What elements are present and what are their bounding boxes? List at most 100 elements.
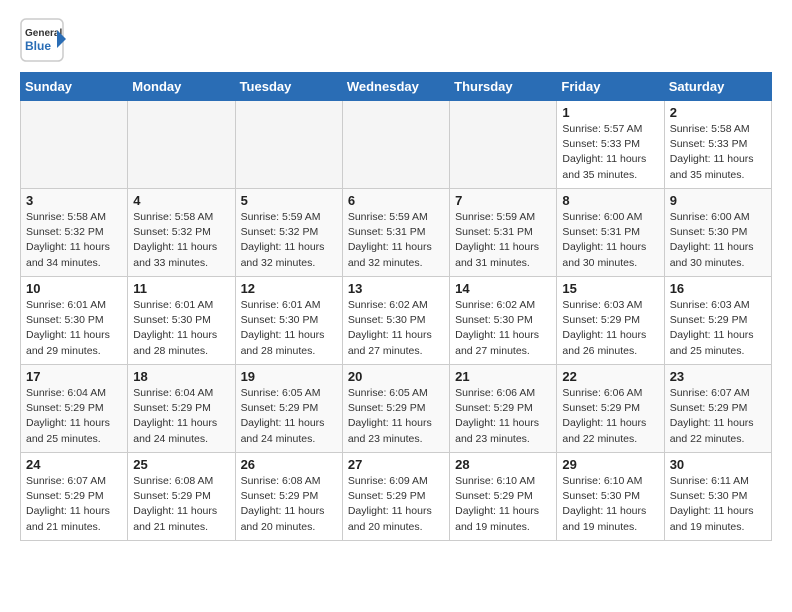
day-number: 22 xyxy=(562,369,658,384)
day-number: 12 xyxy=(241,281,337,296)
week-row-3: 10 Sunrise: 6:01 AM Sunset: 5:30 PM Dayli… xyxy=(21,277,772,365)
day-number: 2 xyxy=(670,105,766,120)
calendar-cell: 19 Sunrise: 6:05 AM Sunset: 5:29 PM Dayli… xyxy=(235,365,342,453)
day-info: Sunrise: 6:03 AM Sunset: 5:29 PM Dayligh… xyxy=(562,298,658,359)
day-info: Sunrise: 5:59 AM Sunset: 5:31 PM Dayligh… xyxy=(455,210,551,271)
week-row-2: 3 Sunrise: 5:58 AM Sunset: 5:32 PM Daylig… xyxy=(21,189,772,277)
day-number: 4 xyxy=(133,193,229,208)
calendar-cell: 20 Sunrise: 6:05 AM Sunset: 5:29 PM Dayli… xyxy=(342,365,449,453)
calendar-cell xyxy=(21,101,128,189)
day-info: Sunrise: 6:08 AM Sunset: 5:29 PM Dayligh… xyxy=(133,474,229,535)
header: General Blue xyxy=(20,18,772,62)
calendar-cell: 26 Sunrise: 6:08 AM Sunset: 5:29 PM Dayli… xyxy=(235,453,342,541)
calendar-cell: 21 Sunrise: 6:06 AM Sunset: 5:29 PM Dayli… xyxy=(450,365,557,453)
weekday-header-friday: Friday xyxy=(557,73,664,101)
day-info: Sunrise: 6:00 AM Sunset: 5:31 PM Dayligh… xyxy=(562,210,658,271)
day-number: 7 xyxy=(455,193,551,208)
calendar-cell: 15Sunrise: 6:03 AM Sunset: 5:29 PM Dayli… xyxy=(557,277,664,365)
calendar-cell: 17 Sunrise: 6:04 AM Sunset: 5:29 PM Dayli… xyxy=(21,365,128,453)
day-info: Sunrise: 6:06 AM Sunset: 5:29 PM Dayligh… xyxy=(455,386,551,447)
calendar-cell: 18 Sunrise: 6:04 AM Sunset: 5:29 PM Dayli… xyxy=(128,365,235,453)
weekday-header-sunday: Sunday xyxy=(21,73,128,101)
calendar-cell: 9 Sunrise: 6:00 AM Sunset: 5:30 PM Daylig… xyxy=(664,189,771,277)
day-number: 30 xyxy=(670,457,766,472)
day-info: Sunrise: 5:57 AM Sunset: 5:33 PM Dayligh… xyxy=(562,122,658,183)
day-number: 11 xyxy=(133,281,229,296)
calendar-cell: 27Sunrise: 6:09 AM Sunset: 5:29 PM Dayli… xyxy=(342,453,449,541)
week-row-5: 24 Sunrise: 6:07 AM Sunset: 5:29 PM Dayli… xyxy=(21,453,772,541)
day-number: 3 xyxy=(26,193,122,208)
day-info: Sunrise: 6:03 AM Sunset: 5:29 PM Dayligh… xyxy=(670,298,766,359)
day-info: Sunrise: 6:05 AM Sunset: 5:29 PM Dayligh… xyxy=(348,386,444,447)
day-number: 26 xyxy=(241,457,337,472)
day-info: Sunrise: 6:04 AM Sunset: 5:29 PM Dayligh… xyxy=(26,386,122,447)
day-number: 6 xyxy=(348,193,444,208)
calendar-cell xyxy=(235,101,342,189)
day-number: 9 xyxy=(670,193,766,208)
weekday-header-monday: Monday xyxy=(128,73,235,101)
day-info: Sunrise: 6:02 AM Sunset: 5:30 PM Dayligh… xyxy=(348,298,444,359)
week-row-4: 17 Sunrise: 6:04 AM Sunset: 5:29 PM Dayli… xyxy=(21,365,772,453)
day-number: 28 xyxy=(455,457,551,472)
day-info: Sunrise: 6:05 AM Sunset: 5:29 PM Dayligh… xyxy=(241,386,337,447)
day-info: Sunrise: 6:07 AM Sunset: 5:29 PM Dayligh… xyxy=(26,474,122,535)
calendar-cell: 8 Sunrise: 6:00 AM Sunset: 5:31 PM Daylig… xyxy=(557,189,664,277)
day-info: Sunrise: 6:10 AM Sunset: 5:29 PM Dayligh… xyxy=(455,474,551,535)
calendar-cell xyxy=(450,101,557,189)
day-number: 17 xyxy=(26,369,122,384)
weekday-header-thursday: Thursday xyxy=(450,73,557,101)
day-number: 16 xyxy=(670,281,766,296)
day-number: 5 xyxy=(241,193,337,208)
calendar-cell xyxy=(342,101,449,189)
weekday-header-wednesday: Wednesday xyxy=(342,73,449,101)
calendar-cell: 29Sunrise: 6:10 AM Sunset: 5:30 PM Dayli… xyxy=(557,453,664,541)
calendar-cell: 24 Sunrise: 6:07 AM Sunset: 5:29 PM Dayli… xyxy=(21,453,128,541)
calendar-cell: 23Sunrise: 6:07 AM Sunset: 5:29 PM Dayli… xyxy=(664,365,771,453)
calendar-cell: 14Sunrise: 6:02 AM Sunset: 5:30 PM Dayli… xyxy=(450,277,557,365)
day-info: Sunrise: 5:59 AM Sunset: 5:31 PM Dayligh… xyxy=(348,210,444,271)
day-info: Sunrise: 6:00 AM Sunset: 5:30 PM Dayligh… xyxy=(670,210,766,271)
weekday-header-saturday: Saturday xyxy=(664,73,771,101)
day-number: 18 xyxy=(133,369,229,384)
calendar-cell xyxy=(128,101,235,189)
day-info: Sunrise: 5:58 AM Sunset: 5:32 PM Dayligh… xyxy=(133,210,229,271)
calendar-cell: 2 Sunrise: 5:58 AM Sunset: 5:33 PM Daylig… xyxy=(664,101,771,189)
day-info: Sunrise: 6:06 AM Sunset: 5:29 PM Dayligh… xyxy=(562,386,658,447)
calendar-cell: 28 Sunrise: 6:10 AM Sunset: 5:29 PM Dayli… xyxy=(450,453,557,541)
calendar-cell: 3 Sunrise: 5:58 AM Sunset: 5:32 PM Daylig… xyxy=(21,189,128,277)
day-number: 27 xyxy=(348,457,444,472)
calendar-cell: 6 Sunrise: 5:59 AM Sunset: 5:31 PM Daylig… xyxy=(342,189,449,277)
calendar-cell: 7 Sunrise: 5:59 AM Sunset: 5:31 PM Daylig… xyxy=(450,189,557,277)
calendar-cell: 1 Sunrise: 5:57 AM Sunset: 5:33 PM Daylig… xyxy=(557,101,664,189)
day-info: Sunrise: 6:01 AM Sunset: 5:30 PM Dayligh… xyxy=(26,298,122,359)
day-info: Sunrise: 5:59 AM Sunset: 5:32 PM Dayligh… xyxy=(241,210,337,271)
day-number: 10 xyxy=(26,281,122,296)
day-number: 20 xyxy=(348,369,444,384)
calendar-cell: 12Sunrise: 6:01 AM Sunset: 5:30 PM Dayli… xyxy=(235,277,342,365)
day-number: 13 xyxy=(348,281,444,296)
day-info: Sunrise: 6:01 AM Sunset: 5:30 PM Dayligh… xyxy=(133,298,229,359)
day-number: 1 xyxy=(562,105,658,120)
day-info: Sunrise: 5:58 AM Sunset: 5:32 PM Dayligh… xyxy=(26,210,122,271)
calendar-cell: 25 Sunrise: 6:08 AM Sunset: 5:29 PM Dayli… xyxy=(128,453,235,541)
day-number: 14 xyxy=(455,281,551,296)
day-number: 19 xyxy=(241,369,337,384)
logo: General Blue xyxy=(20,18,90,62)
weekday-header-row: SundayMondayTuesdayWednesdayThursdayFrid… xyxy=(21,73,772,101)
day-info: Sunrise: 5:58 AM Sunset: 5:33 PM Dayligh… xyxy=(670,122,766,183)
day-number: 8 xyxy=(562,193,658,208)
day-number: 25 xyxy=(133,457,229,472)
day-number: 29 xyxy=(562,457,658,472)
logo-svg: General Blue xyxy=(20,18,90,62)
weekday-header-tuesday: Tuesday xyxy=(235,73,342,101)
svg-text:General: General xyxy=(25,28,62,39)
day-number: 24 xyxy=(26,457,122,472)
calendar-cell: 11 Sunrise: 6:01 AM Sunset: 5:30 PM Dayli… xyxy=(128,277,235,365)
calendar-cell: 4 Sunrise: 5:58 AM Sunset: 5:32 PM Daylig… xyxy=(128,189,235,277)
calendar-cell: 13 Sunrise: 6:02 AM Sunset: 5:30 PM Dayli… xyxy=(342,277,449,365)
week-row-1: 1 Sunrise: 5:57 AM Sunset: 5:33 PM Daylig… xyxy=(21,101,772,189)
day-info: Sunrise: 6:04 AM Sunset: 5:29 PM Dayligh… xyxy=(133,386,229,447)
day-number: 21 xyxy=(455,369,551,384)
day-info: Sunrise: 6:08 AM Sunset: 5:29 PM Dayligh… xyxy=(241,474,337,535)
calendar-cell: 22 Sunrise: 6:06 AM Sunset: 5:29 PM Dayli… xyxy=(557,365,664,453)
